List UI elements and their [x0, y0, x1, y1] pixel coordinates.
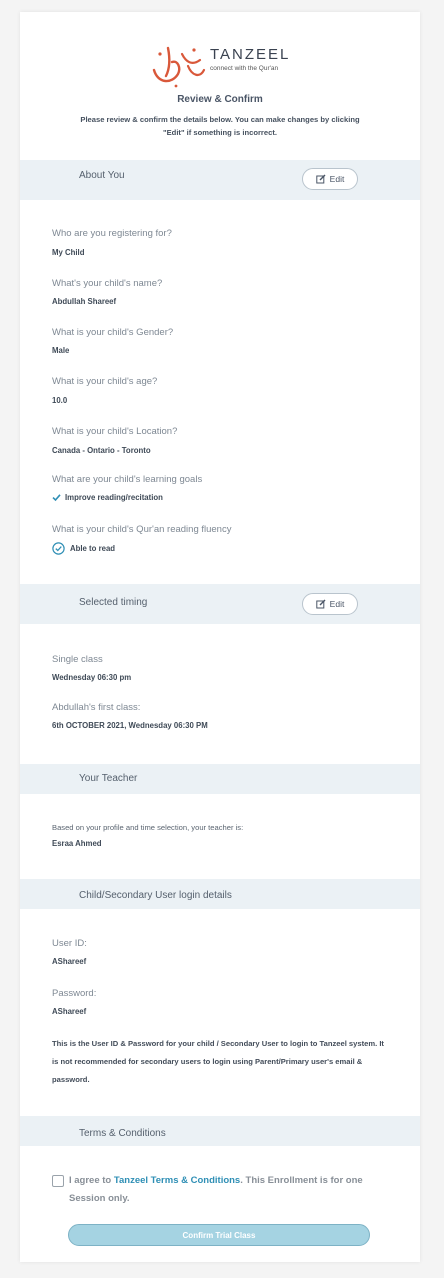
reading-fluency-value: Able to read — [70, 544, 116, 553]
question-learning-goals: What are your child's learning goals — [52, 474, 203, 485]
answer-single-class: Wednesday 06:30 pm — [52, 673, 132, 682]
question-child-age: What is your child's age? — [52, 376, 158, 387]
page-title: Review & Confirm — [177, 94, 263, 105]
password-label: Password: — [52, 988, 97, 999]
question-single-class: Single class — [52, 654, 103, 665]
question-child-name: What's your child's name? — [52, 278, 163, 289]
confirm-trial-button[interactable]: Confirm Trial Class — [68, 1224, 370, 1246]
teacher-intro: Based on your profile and time selection… — [52, 823, 244, 832]
answer-child-age: 10.0 — [52, 396, 68, 405]
teacher-name: Esraa Ahmed — [52, 839, 102, 848]
edit-icon — [315, 599, 326, 609]
calligraphy-logo-icon — [152, 46, 206, 88]
user-id-value: AShareef — [52, 957, 87, 966]
terms-link[interactable]: Tanzeel Terms & Conditions — [114, 1175, 240, 1186]
answer-child-name: Abdullah Shareef — [52, 297, 117, 306]
question-child-location: What is your child's Location? — [52, 426, 178, 437]
answer-child-location: Canada - Ontario - Toronto — [52, 446, 151, 455]
answer-child-gender: Male — [52, 346, 70, 355]
brand-name: TANZEEL — [210, 46, 291, 63]
answer-learning-goals: Improve reading/recitation — [52, 493, 163, 502]
about-edit-button[interactable]: Edit — [302, 168, 358, 190]
section-about-header: About You Edit — [20, 160, 420, 200]
brand-tagline: connect with the Qur'an — [210, 65, 279, 72]
section-login-title: Child/Secondary User login details — [79, 890, 232, 901]
section-about-title: About You — [79, 170, 125, 181]
learning-goal-item: Improve reading/recitation — [65, 493, 163, 502]
tanzeel-logo: TANZEEL connect with the Qur'an — [148, 40, 298, 90]
terms-prefix: I agree to — [69, 1175, 112, 1186]
terms-text: I agree to Tanzeel Terms & Conditions. T… — [69, 1172, 389, 1208]
question-child-gender: What is your child's Gender? — [52, 327, 174, 338]
login-note: This is the User ID & Password for your … — [52, 1039, 384, 1084]
section-teacher-title: Your Teacher — [79, 773, 138, 784]
password-value: AShareef — [52, 1007, 87, 1016]
section-terms-header: Terms & Conditions — [20, 1116, 420, 1146]
edit-icon — [315, 174, 326, 184]
section-timing-title: Selected timing — [79, 597, 148, 608]
section-login-header: Child/Secondary User login details — [20, 879, 420, 909]
section-timing-header: Selected timing Edit — [20, 584, 420, 624]
timing-edit-button[interactable]: Edit — [302, 593, 358, 615]
check-icon — [52, 494, 61, 502]
answer-registering-for: My Child — [52, 248, 85, 257]
answer-first-class: 6th OCTOBER 2021, Wednesday 06:30 PM — [52, 721, 208, 730]
page-intro: Please review & confirm the details belo… — [80, 115, 360, 137]
circle-check-icon — [52, 542, 65, 555]
terms-checkbox[interactable] — [52, 1175, 64, 1187]
user-id-label: User ID: — [52, 938, 87, 949]
question-reading-fluency: What is your child's Qur'an reading flue… — [52, 524, 232, 535]
review-card: TANZEEL connect with the Qur'an Review &… — [20, 12, 420, 1262]
section-teacher-header: Your Teacher — [20, 764, 420, 794]
about-edit-label: Edit — [329, 174, 345, 184]
question-registering-for: Who are you registering for? — [52, 228, 172, 239]
answer-reading-fluency: Able to read — [52, 542, 115, 555]
question-first-class: Abdullah's first class: — [52, 702, 141, 713]
timing-edit-label: Edit — [329, 599, 345, 609]
section-terms-title: Terms & Conditions — [79, 1128, 166, 1139]
